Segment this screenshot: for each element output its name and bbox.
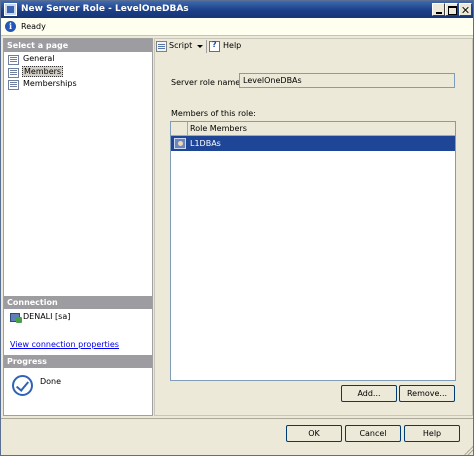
view-connection-properties-link[interactable]: View connection properties <box>10 340 119 349</box>
server-role-name-label: Server role name: <box>171 78 243 87</box>
left-pane: Select a page General Members Membership… <box>3 38 153 416</box>
help-button[interactable]: Help <box>404 425 460 442</box>
chevron-down-icon[interactable] <box>197 45 203 48</box>
footer-divider <box>1 418 473 419</box>
connection-header: Connection <box>4 296 152 309</box>
add-button[interactable]: Add... <box>341 385 397 402</box>
app-icon <box>4 3 17 16</box>
page-item-label: Members <box>22 66 64 77</box>
page-item-label: Memberships <box>23 79 77 88</box>
user-icon <box>174 138 186 149</box>
role-members-column-header[interactable]: Role Members <box>190 124 247 133</box>
server-role-name-field[interactable]: LevelOneDBAs <box>239 73 455 88</box>
progress-header: Progress <box>4 355 152 368</box>
status-text: Ready <box>21 22 46 31</box>
page-icon <box>8 55 19 65</box>
cancel-button[interactable]: Cancel <box>345 425 401 442</box>
window-title: New Server Role - LevelOneDBAs <box>21 4 189 14</box>
server-name: DENALI [sa] <box>23 312 71 321</box>
remove-button[interactable]: Remove... <box>399 385 455 402</box>
toolbar: Script Help <box>155 38 473 56</box>
resize-grip[interactable] <box>463 445 473 455</box>
page-icon <box>8 68 19 78</box>
page-item-label: General <box>23 54 55 63</box>
ok-button[interactable]: OK <box>286 425 342 442</box>
checkmark-icon <box>12 375 33 396</box>
grid-header: Role Members <box>171 122 455 136</box>
script-label: Script <box>169 41 193 50</box>
progress-status: Done <box>40 377 62 386</box>
script-icon <box>156 41 167 52</box>
server-icon <box>10 313 22 323</box>
dialog-window: New Server Role - LevelOneDBAs i Ready S… <box>0 0 474 456</box>
grid-header-icon-column <box>171 122 188 135</box>
toolbar-separator <box>206 40 207 53</box>
status-bar: i Ready <box>1 18 473 36</box>
title-bar[interactable]: New Server Role - LevelOneDBAs <box>1 1 473 18</box>
page-icon <box>8 80 19 90</box>
help-icon <box>209 40 220 52</box>
close-button[interactable] <box>459 3 472 16</box>
maximize-button[interactable] <box>445 3 458 16</box>
select-page-header: Select a page <box>4 39 152 52</box>
table-row[interactable]: L1DBAs <box>171 136 455 151</box>
help-label: Help <box>223 41 242 50</box>
info-icon: i <box>5 21 16 32</box>
role-members-grid[interactable]: Role Members L1DBAs <box>170 121 456 381</box>
role-member-name: L1DBAs <box>190 139 221 148</box>
members-label: Members of this role: <box>171 109 256 118</box>
minimize-button[interactable] <box>432 3 445 16</box>
